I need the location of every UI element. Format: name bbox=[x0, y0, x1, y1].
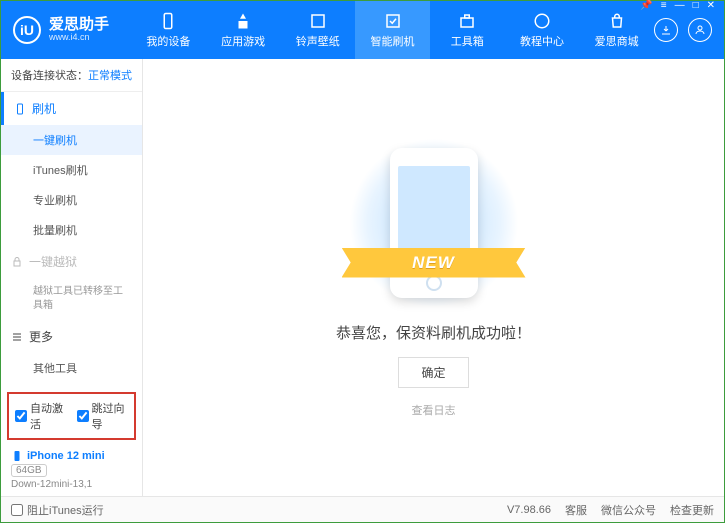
footer: 阻止iTunes运行 V7.98.66 客服 微信公众号 检查更新 bbox=[1, 496, 724, 522]
device-name-text: iPhone 12 mini bbox=[27, 450, 105, 462]
footer-right: V7.98.66 客服 微信公众号 检查更新 bbox=[507, 502, 714, 518]
sidebar-item-batch[interactable]: 批量刷机 bbox=[1, 215, 142, 245]
device-id: Down-12mini-13,1 bbox=[11, 479, 132, 490]
checkbox-label: 跳过向导 bbox=[92, 400, 129, 432]
skip-guide-input[interactable] bbox=[77, 410, 89, 422]
close-icon[interactable]: ✕ bbox=[707, 0, 715, 11]
body: 设备连接状态：正常模式 刷机 一键刷机 iTunes刷机 专业刷机 批量刷机 一… bbox=[1, 59, 724, 496]
nav-label: 教程中心 bbox=[520, 33, 564, 49]
wechat-link[interactable]: 微信公众号 bbox=[601, 502, 656, 518]
success-illustration: NEW bbox=[364, 138, 504, 308]
phone-icon bbox=[14, 103, 26, 115]
update-link[interactable]: 检查更新 bbox=[670, 502, 714, 518]
nav-label: 智能刷机 bbox=[371, 33, 415, 49]
device-block[interactable]: iPhone 12 mini 64GB Down-12mini-13,1 bbox=[1, 444, 142, 496]
checkbox-skip-guide[interactable]: 跳过向导 bbox=[77, 400, 129, 432]
app-url: www.i4.cn bbox=[49, 33, 109, 43]
section-label: 更多 bbox=[29, 328, 53, 345]
logo[interactable]: iU 爱思助手 www.i4.cn bbox=[13, 16, 131, 44]
main-content: NEW 恭喜您，保资料刷机成功啦！ 确定 查看日志 bbox=[143, 59, 724, 496]
nav-apps[interactable]: 应用游戏 bbox=[206, 1, 281, 59]
store-icon bbox=[608, 12, 626, 30]
wallpaper-icon bbox=[309, 12, 327, 30]
support-link[interactable]: 客服 bbox=[565, 502, 587, 518]
app-window: 📌 ≡ — □ ✕ iU 爱思助手 www.i4.cn 我的设备 应用游戏 铃 bbox=[0, 0, 725, 523]
version-label: V7.98.66 bbox=[507, 504, 551, 516]
device-status: 设备连接状态：正常模式 bbox=[1, 59, 142, 92]
block-itunes-checkbox[interactable]: 阻止iTunes运行 bbox=[11, 502, 104, 518]
nav-store[interactable]: 爱思商城 bbox=[579, 1, 654, 59]
nav-my-device[interactable]: 我的设备 bbox=[131, 1, 206, 59]
block-itunes-label: 阻止iTunes运行 bbox=[27, 502, 104, 518]
logo-icon: iU bbox=[13, 16, 41, 44]
status-value: 正常模式 bbox=[88, 70, 132, 82]
nav-label: 应用游戏 bbox=[221, 33, 265, 49]
user-icon bbox=[694, 24, 706, 36]
user-button[interactable] bbox=[688, 18, 712, 42]
download-icon bbox=[660, 24, 672, 36]
nav-flash[interactable]: 智能刷机 bbox=[355, 1, 430, 59]
menu-icon[interactable]: ≡ bbox=[661, 0, 667, 11]
success-message: 恭喜您，保资料刷机成功啦！ bbox=[336, 322, 531, 343]
minimize-icon[interactable]: — bbox=[675, 0, 685, 11]
section-jailbreak: 一键越狱 bbox=[1, 245, 142, 278]
header-actions bbox=[654, 18, 712, 42]
checkbox-label: 自动激活 bbox=[30, 400, 67, 432]
maximize-icon[interactable]: □ bbox=[693, 0, 699, 11]
nav-label: 工具箱 bbox=[451, 33, 484, 49]
auto-activate-input[interactable] bbox=[15, 410, 27, 422]
device-name: iPhone 12 mini bbox=[11, 450, 132, 462]
logo-text: 爱思助手 www.i4.cn bbox=[49, 17, 109, 43]
flash-icon bbox=[384, 12, 402, 30]
device-capacity: 64GB bbox=[11, 464, 47, 477]
view-log-link[interactable]: 查看日志 bbox=[412, 402, 456, 418]
main-nav: 我的设备 应用游戏 铃声壁纸 智能刷机 工具箱 教程中心 bbox=[131, 1, 654, 59]
book-icon bbox=[533, 12, 551, 30]
phone-icon bbox=[159, 12, 177, 30]
sidebar-item-itunes[interactable]: iTunes刷机 bbox=[1, 155, 142, 185]
jailbreak-note: 越狱工具已转移至工具箱 bbox=[1, 278, 142, 320]
new-ribbon: NEW bbox=[342, 248, 526, 278]
section-flash[interactable]: 刷机 bbox=[1, 92, 142, 125]
section-label: 一键越狱 bbox=[29, 253, 77, 270]
ok-button[interactable]: 确定 bbox=[398, 357, 468, 388]
nav-label: 爱思商城 bbox=[595, 33, 639, 49]
sidebar-item-oneclick[interactable]: 一键刷机 bbox=[1, 125, 142, 155]
app-title: 爱思助手 bbox=[49, 17, 109, 34]
sidebar-item-pro[interactable]: 专业刷机 bbox=[1, 185, 142, 215]
lock-icon bbox=[11, 256, 23, 268]
list-icon bbox=[11, 331, 23, 343]
nav-label: 铃声壁纸 bbox=[296, 33, 340, 49]
section-label: 刷机 bbox=[32, 100, 56, 117]
sidebar: 设备连接状态：正常模式 刷机 一键刷机 iTunes刷机 专业刷机 批量刷机 一… bbox=[1, 59, 143, 496]
options-highlight: 自动激活 跳过向导 bbox=[7, 392, 136, 440]
footer-left: 阻止iTunes运行 bbox=[11, 502, 104, 518]
section-more[interactable]: 更多 bbox=[1, 320, 142, 353]
sidebar-item-firmware[interactable]: 下载固件 bbox=[1, 383, 142, 388]
checkbox-auto-activate[interactable]: 自动激活 bbox=[15, 400, 67, 432]
nav-toolbox[interactable]: 工具箱 bbox=[430, 1, 505, 59]
status-label: 设备连接状态： bbox=[11, 70, 88, 82]
toolbox-icon bbox=[458, 12, 476, 30]
phone-icon bbox=[11, 450, 23, 462]
sidebar-scroll: 刷机 一键刷机 iTunes刷机 专业刷机 批量刷机 一键越狱 越狱工具已转移至… bbox=[1, 92, 142, 388]
header: iU 爱思助手 www.i4.cn 我的设备 应用游戏 铃声壁纸 智能刷机 bbox=[1, 1, 724, 59]
sidebar-item-other[interactable]: 其他工具 bbox=[1, 353, 142, 383]
nav-ringtones[interactable]: 铃声壁纸 bbox=[280, 1, 355, 59]
block-itunes-input[interactable] bbox=[11, 504, 23, 516]
nav-label: 我的设备 bbox=[146, 33, 190, 49]
nav-tutorials[interactable]: 教程中心 bbox=[505, 1, 580, 59]
download-button[interactable] bbox=[654, 18, 678, 42]
apps-icon bbox=[234, 12, 252, 30]
